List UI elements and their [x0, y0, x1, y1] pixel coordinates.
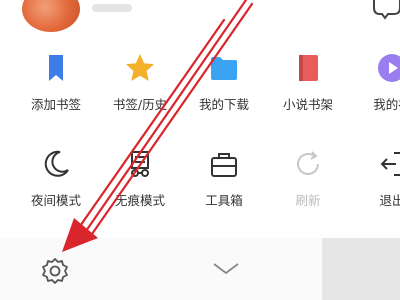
my-downloads-button[interactable]: 我的下载 [182, 52, 266, 122]
add-bookmark-label: 添加书签 [30, 97, 81, 112]
book-icon [299, 55, 318, 81]
video-play-icon [378, 54, 400, 82]
bookmark-add-icon [49, 55, 63, 81]
my-video-label: 我的视 [373, 97, 400, 112]
bookmarks-history-button[interactable]: 书签/历史 [98, 52, 182, 122]
username-placeholder [92, 4, 132, 12]
toolbox-label: 工具箱 [205, 193, 243, 208]
menu-row-secondary: 夜间模式 无痕模式 工具箱 刷新 退出 [0, 148, 400, 218]
novel-shelf-label: 小说书架 [282, 97, 333, 112]
bottom-bar-edge [322, 238, 400, 300]
refresh-label: 刷新 [295, 193, 321, 208]
my-downloads-label: 我的下载 [198, 97, 249, 112]
incognito-mode-label: 无痕模式 [114, 193, 165, 208]
exit-button[interactable]: 退出 [350, 148, 400, 218]
exit-label: 退出 [379, 193, 400, 208]
add-bookmark-button[interactable]: 添加书签 [14, 52, 98, 122]
toolbox-button[interactable]: 工具箱 [182, 148, 266, 218]
my-video-button[interactable]: 我的视 [350, 52, 400, 122]
folder-icon [211, 57, 237, 80]
incognito-icon [131, 151, 149, 177]
incognito-mode-button[interactable]: 无痕模式 [98, 148, 182, 218]
message-icon[interactable] [370, 0, 400, 20]
exit-icon [380, 152, 400, 176]
refresh-button[interactable]: 刷新 [266, 148, 350, 218]
novel-shelf-button[interactable]: 小说书架 [266, 52, 350, 122]
menu-sheet: 添加书签 书签/历史 我的下载 小说书架 我的视 [0, 0, 400, 240]
menu-row-primary: 添加书签 书签/历史 我的下载 小说书架 我的视 [0, 52, 400, 122]
toolbox-icon [211, 153, 237, 177]
avatar[interactable] [22, 0, 80, 32]
star-icon [126, 54, 154, 81]
refresh-icon [297, 151, 319, 175]
night-mode-label: 夜间模式 [30, 193, 81, 208]
night-mode-button[interactable]: 夜间模式 [14, 148, 98, 218]
chevron-down-icon[interactable] [212, 262, 240, 276]
moon-icon [44, 150, 69, 177]
bookmarks-history-label: 书签/历史 [112, 97, 168, 112]
gear-icon[interactable] [40, 256, 70, 286]
